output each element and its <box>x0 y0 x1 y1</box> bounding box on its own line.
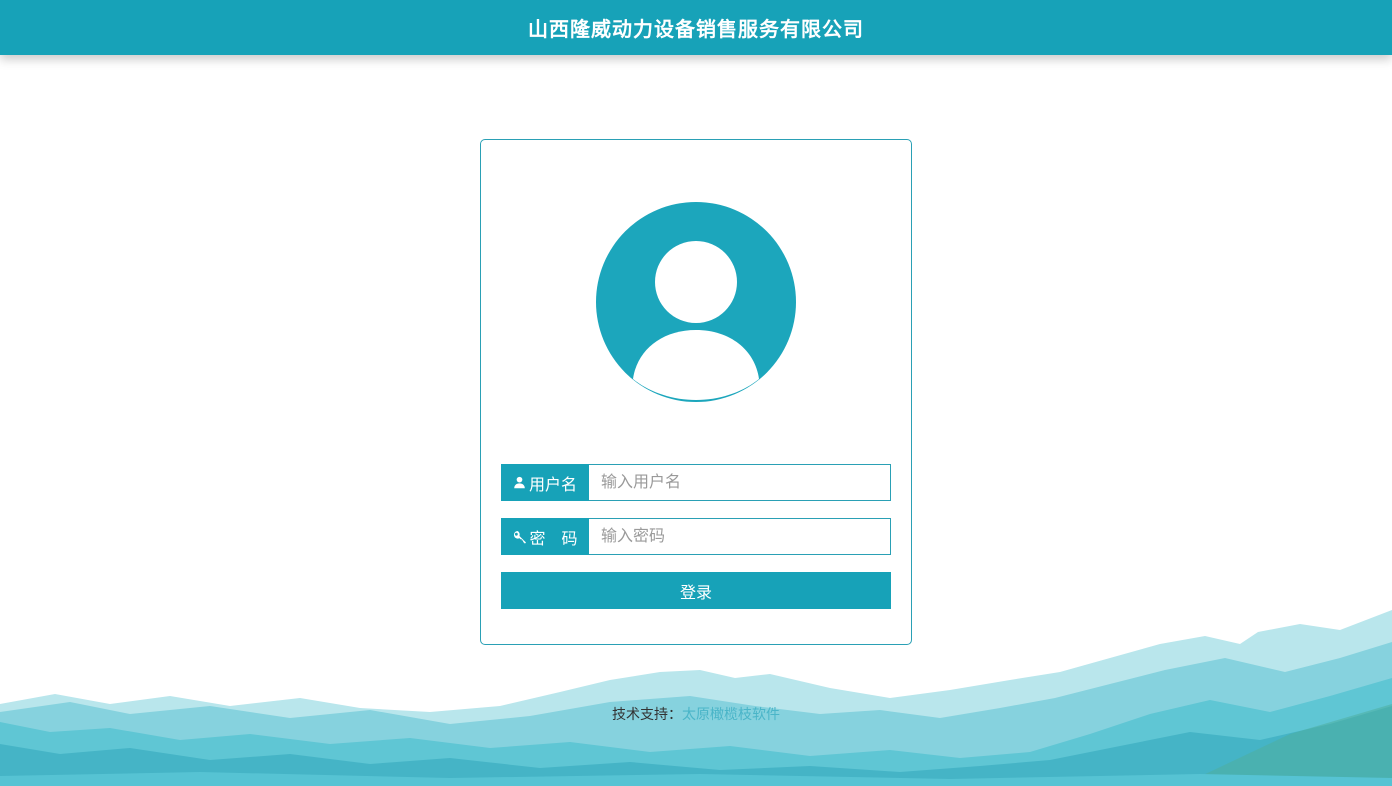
password-label: 密 码 <box>501 518 589 555</box>
footer: 技术支持：太原橄榄枝软件 <box>0 704 1392 724</box>
login-form: 用户名 密 码 登录 <box>481 464 911 609</box>
username-group: 用户名 <box>501 464 891 501</box>
password-label-text: 密 码 <box>529 525 577 549</box>
password-input[interactable] <box>589 518 891 555</box>
username-input[interactable] <box>589 464 891 501</box>
key-icon <box>512 530 526 544</box>
user-icon <box>513 476 526 489</box>
password-group: 密 码 <box>501 518 891 555</box>
username-label-text: 用户名 <box>529 471 577 495</box>
page-title: 山西隆威动力设备销售服务有限公司 <box>528 13 864 42</box>
login-button[interactable]: 登录 <box>501 572 891 609</box>
support-label: 技术支持： <box>612 706 682 722</box>
user-avatar-icon <box>596 202 796 402</box>
support-link[interactable]: 太原橄榄枝软件 <box>682 706 780 722</box>
login-card: 用户名 密 码 登录 <box>480 139 912 645</box>
username-label: 用户名 <box>501 464 589 501</box>
header-bar: 山西隆威动力设备销售服务有限公司 <box>0 0 1392 55</box>
